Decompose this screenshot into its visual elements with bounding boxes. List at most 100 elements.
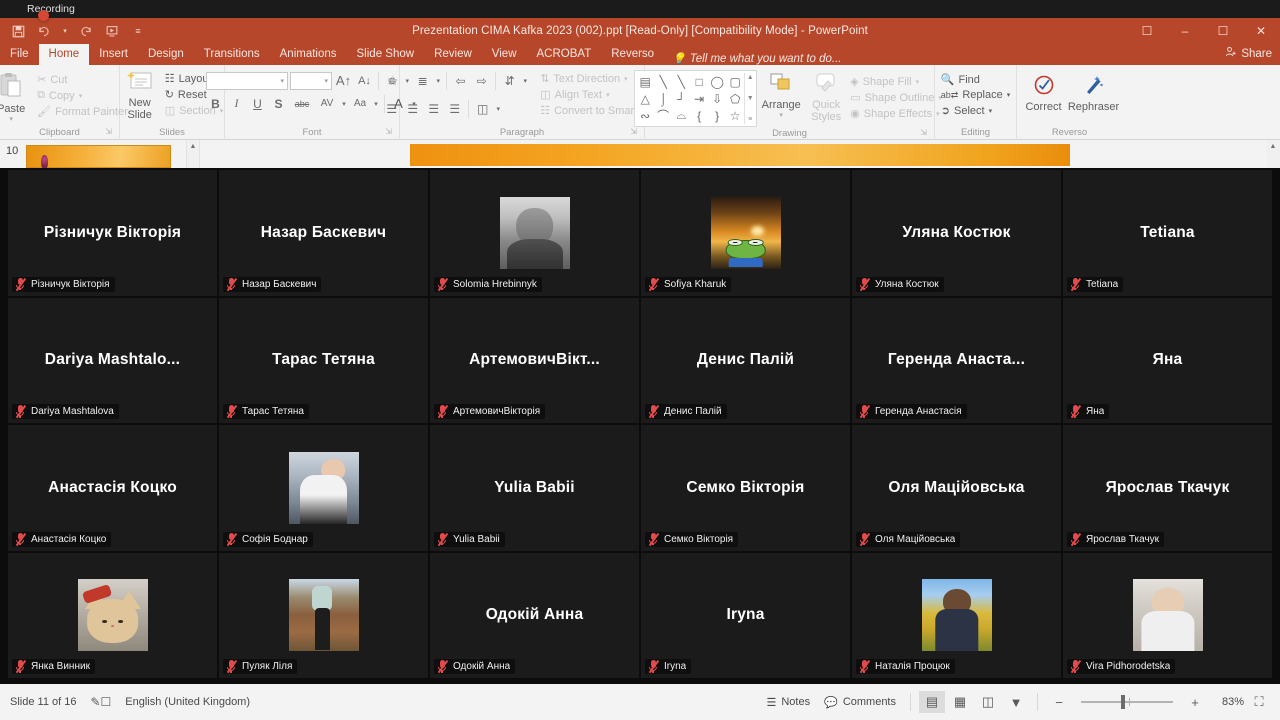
- align-center-button[interactable]: ☰: [403, 99, 422, 118]
- start-slideshow-icon[interactable]: [104, 23, 120, 39]
- normal-view-button[interactable]: ▤: [919, 691, 945, 713]
- save-icon[interactable]: [10, 23, 26, 39]
- tab-acrobat[interactable]: ACROBAT: [527, 44, 602, 65]
- decrease-indent-button[interactable]: ⇦: [451, 71, 470, 90]
- bullets-button[interactable]: ≡: [382, 71, 401, 90]
- shape-oval-icon[interactable]: ◯: [708, 73, 726, 90]
- participant-tile[interactable]: Анастасія Коцко Анастасія Коцко: [8, 425, 217, 551]
- participant-tile[interactable]: Янка Винник: [8, 553, 217, 679]
- shape-arc-icon[interactable]: ⌒: [654, 107, 672, 124]
- redo-icon[interactable]: [78, 23, 94, 39]
- shape-down-arrow-icon[interactable]: ⇩: [708, 90, 726, 107]
- shapes-gallery-scroll[interactable]: ▲ ▼ ≡: [744, 73, 755, 124]
- participant-tile[interactable]: Тарас Тетяна Тарас Тетяна: [219, 298, 428, 424]
- shape-triangle-icon[interactable]: △: [636, 90, 654, 107]
- justify-button[interactable]: ☰: [445, 99, 464, 118]
- participant-tile[interactable]: Семко Вікторія Семко Вікторія: [641, 425, 850, 551]
- participant-tile[interactable]: АртемовичВікт... АртемовичВікторія: [430, 298, 639, 424]
- shapes-scroll-up-icon[interactable]: ▲: [747, 74, 754, 81]
- tab-insert[interactable]: Insert: [89, 44, 138, 65]
- columns-dropdown-icon[interactable]: ▾: [494, 99, 502, 118]
- shapes-scroll-down-icon[interactable]: ▼: [747, 95, 754, 102]
- paragraph-dialog-launcher[interactable]: ⇲: [630, 125, 637, 139]
- participant-tile[interactable]: Наталія Процюк: [852, 553, 1061, 679]
- line-spacing-dropdown-icon[interactable]: ▾: [521, 71, 529, 90]
- restore-icon[interactable]: ☐: [1204, 18, 1242, 44]
- shape-fill-button[interactable]: ◈ Shape Fill ▾: [847, 74, 945, 89]
- select-button[interactable]: ➲ Select ▾: [938, 103, 1013, 118]
- replace-button[interactable]: ab⇄ Replace ▾: [938, 88, 1013, 102]
- copy-button[interactable]: ⧉ Copy ▾: [34, 88, 131, 103]
- tab-review[interactable]: Review: [424, 44, 482, 65]
- participant-tile[interactable]: Назар Баскевич Назар Баскевич: [219, 170, 428, 296]
- close-icon[interactable]: ✕: [1242, 18, 1280, 44]
- numbering-button[interactable]: ≣: [413, 71, 432, 90]
- tab-animations[interactable]: Animations: [270, 44, 347, 65]
- increase-font-size-button[interactable]: A↑: [334, 71, 353, 90]
- participant-tile[interactable]: Yulia Babii Yulia Babii: [430, 425, 639, 551]
- shapes-gallery[interactable]: ▤ ╲ ╲ □ ◯ ▢ △ ⌡ ┘ ⇥ ⇩ ⬠ ∾ ⌒ ⌓: [634, 70, 757, 127]
- paste-dropdown-icon[interactable]: ▾: [9, 115, 13, 123]
- shape-right-arrow-icon[interactable]: ⇥: [690, 90, 708, 107]
- quick-styles-button[interactable]: Quick Styles: [805, 70, 847, 123]
- fit-slide-to-window-button[interactable]: ⛶: [1246, 691, 1272, 713]
- tab-transitions[interactable]: Transitions: [194, 44, 270, 65]
- participant-tile[interactable]: Tetiana Tetiana: [1063, 170, 1272, 296]
- shape-right-brace-icon[interactable]: }: [708, 107, 726, 124]
- shape-pentagon-icon[interactable]: ⬠: [726, 90, 744, 107]
- zoom-percentage[interactable]: 83%: [1210, 696, 1244, 708]
- bullets-dropdown-icon[interactable]: ▾: [403, 71, 411, 90]
- rephraser-button[interactable]: Rephraser: [1068, 72, 1120, 113]
- participant-tile[interactable]: Уляна Костюк Уляна Костюк: [852, 170, 1061, 296]
- participant-tile[interactable]: Пуляк Ліля: [219, 553, 428, 679]
- shape-left-brace-icon[interactable]: {: [690, 107, 708, 124]
- slide-scroll-up-icon[interactable]: ▲: [1266, 140, 1280, 150]
- participant-tile[interactable]: Геренда Анаста... Геренда Анастасія: [852, 298, 1061, 424]
- zoom-in-button[interactable]: +: [1182, 691, 1208, 713]
- character-spacing-dropdown-icon[interactable]: ▾: [340, 94, 348, 113]
- align-text-dropdown-icon[interactable]: ▾: [606, 91, 610, 99]
- shape-rectangle-icon[interactable]: □: [690, 73, 708, 90]
- numbering-dropdown-icon[interactable]: ▾: [434, 71, 442, 90]
- participant-tile[interactable]: Одокій Анна Одокій Анна: [430, 553, 639, 679]
- participant-tile[interactable]: Денис Палій Денис Палій: [641, 298, 850, 424]
- participant-tile[interactable]: Яна Яна: [1063, 298, 1272, 424]
- font-size-combobox[interactable]: ▾: [290, 72, 332, 90]
- reading-view-button[interactable]: ◫: [975, 691, 1001, 713]
- comments-button[interactable]: 💬 Comments: [818, 694, 902, 711]
- tab-slide-show[interactable]: Slide Show: [347, 44, 425, 65]
- language-indicator[interactable]: English (United Kingdom): [125, 696, 250, 708]
- replace-dropdown-icon[interactable]: ▾: [1007, 91, 1011, 99]
- undo-dropdown-icon[interactable]: ▾: [62, 23, 68, 39]
- ribbon-display-options-icon[interactable]: ☐: [1128, 18, 1166, 44]
- participant-tile[interactable]: Dariya Mashtalo... Dariya Mashtalova: [8, 298, 217, 424]
- tab-file[interactable]: File: [0, 44, 39, 65]
- notes-button[interactable]: ☰ Notes: [760, 694, 816, 711]
- tell-me-search[interactable]: 💡 Tell me what you want to do...: [664, 52, 841, 65]
- spelling-check-icon[interactable]: ✎☐: [90, 695, 111, 709]
- minimize-icon[interactable]: –: [1166, 18, 1204, 44]
- new-slide-button[interactable]: New Slide: [118, 68, 162, 121]
- columns-button[interactable]: ◫: [473, 99, 492, 118]
- format-painter-button[interactable]: 🖌 Format Painter: [34, 104, 131, 119]
- shape-outline-button[interactable]: ▭ Shape Outline ▾: [847, 90, 945, 105]
- cut-button[interactable]: ✂ Cut: [34, 72, 131, 87]
- tab-reverso[interactable]: Reverso: [601, 44, 664, 65]
- zoom-out-button[interactable]: −: [1046, 691, 1072, 713]
- underline-button[interactable]: U: [248, 94, 267, 113]
- arrange-dropdown-icon[interactable]: ▾: [779, 111, 783, 119]
- character-spacing-button[interactable]: AV: [316, 94, 338, 113]
- tab-design[interactable]: Design: [138, 44, 194, 65]
- slide-show-view-button[interactable]: ▼: [1003, 691, 1029, 713]
- undo-icon[interactable]: [36, 23, 52, 39]
- find-button[interactable]: 🔍 Find: [938, 72, 1013, 87]
- copy-dropdown-icon[interactable]: ▾: [79, 92, 83, 100]
- participant-tile[interactable]: Vira Pidhorodetska: [1063, 553, 1272, 679]
- slide-indicator[interactable]: Slide 11 of 16: [10, 696, 76, 708]
- participant-tile[interactable]: Оля Маційовська Оля Маційовська: [852, 425, 1061, 551]
- shape-elbow-arrow-icon[interactable]: ┘: [672, 90, 690, 107]
- shape-rounded-rect-icon[interactable]: ▢: [726, 73, 744, 90]
- clipboard-dialog-launcher[interactable]: ⇲: [105, 125, 112, 139]
- zoom-slider[interactable]: [1081, 701, 1173, 703]
- align-left-button[interactable]: ☰: [382, 99, 401, 118]
